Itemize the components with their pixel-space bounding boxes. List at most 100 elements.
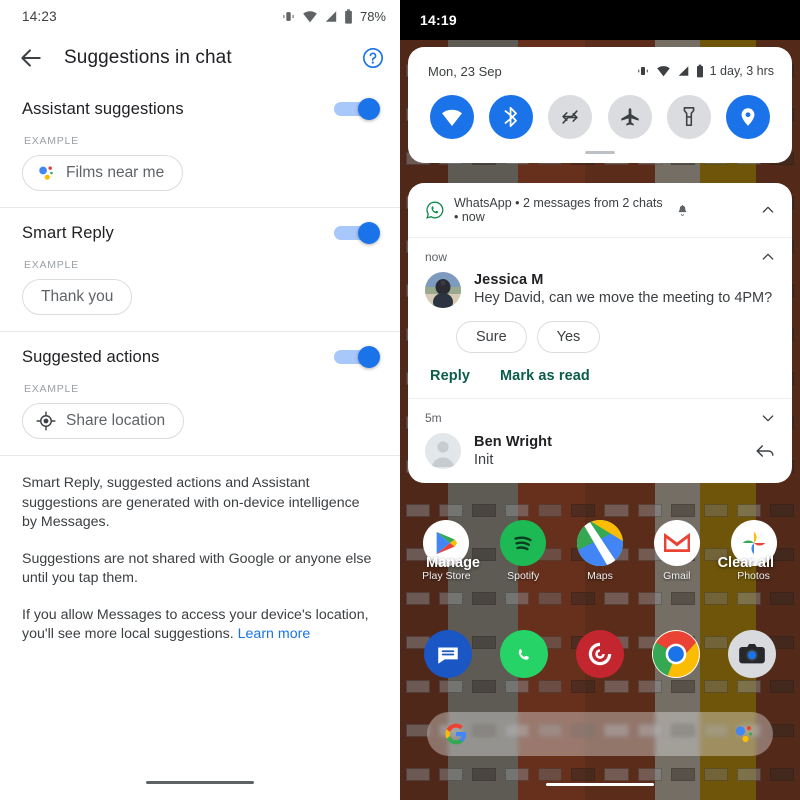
screenshot-stage: 14:23 78% Suggestions in chat Assistant … — [0, 0, 800, 800]
setting-label: Assistant suggestions — [22, 99, 184, 118]
info-paragraph-3: If you allow Messages to access your dev… — [22, 606, 378, 645]
bluetooth-tile[interactable] — [488, 95, 533, 139]
chevron-up-icon[interactable] — [760, 202, 776, 218]
home-screen-dock — [400, 630, 800, 682]
auto-rotate-tile[interactable] — [548, 95, 593, 139]
photo-avatar — [425, 272, 461, 308]
notification-content[interactable]: Ben Wright Init — [408, 428, 792, 469]
learn-more-link[interactable]: Learn more — [238, 626, 311, 642]
info-paragraph-3-text: If you allow Messages to access your dev… — [22, 606, 369, 643]
help-circle-icon[interactable] — [362, 47, 384, 69]
shade-clock: 14:19 — [420, 12, 457, 28]
example-chip-films-near-me[interactable]: Films near me — [22, 155, 184, 191]
flashlight-tile[interactable] — [666, 95, 711, 139]
setting-row: Assistant suggestions — [22, 98, 380, 120]
example-caption: EXAMPLE — [24, 259, 79, 271]
silent-bell-icon — [678, 204, 687, 216]
location-pin-icon — [741, 108, 755, 126]
whatsapp-icon — [426, 201, 444, 219]
setting-row: Smart Reply — [22, 222, 380, 244]
status-time: 14:23 — [22, 8, 57, 24]
chip-label: Thank you — [41, 288, 114, 305]
setting-label: Smart Reply — [22, 223, 114, 242]
smart-reply-chip-yes[interactable]: Yes — [536, 321, 601, 353]
signal-icon — [325, 10, 337, 22]
pocket-casts-icon[interactable] — [576, 630, 624, 678]
smart-reply-toggle[interactable] — [334, 222, 380, 244]
home-app-photos[interactable]: Photos — [722, 520, 786, 582]
google-assistant-icon — [735, 726, 753, 743]
example-chip-share-location[interactable]: Share location — [22, 403, 185, 439]
location-tile[interactable] — [726, 95, 771, 139]
chevron-up-icon[interactable] — [760, 249, 776, 265]
assistant-suggestions-toggle[interactable] — [334, 98, 380, 120]
notification-group-now: now Jessica M Hey David, can we move the… — [408, 238, 792, 399]
setting-suggested-actions: Suggested actions EXAMPLE Share location — [0, 332, 400, 455]
battery-icon — [345, 8, 352, 24]
chevron-down-icon[interactable] — [760, 410, 776, 426]
notification-shade-screen: Play Store Spotify Maps Gmail Photos 14:… — [400, 0, 800, 800]
right-status-bar: 14:19 — [400, 0, 800, 40]
notification-trailing[interactable] — [754, 440, 776, 462]
home-app-label: Spotify — [507, 570, 540, 582]
person-placeholder-avatar — [425, 433, 461, 469]
google-search-bar[interactable] — [427, 712, 773, 756]
chip-label: Films near me — [66, 164, 165, 181]
notification-content[interactable]: Jessica M Hey David, can we move the mee… — [408, 267, 792, 308]
page-title: Suggestions in chat — [64, 47, 232, 68]
notification-header[interactable]: WhatsApp • 2 messages from 2 chats • now — [408, 183, 792, 238]
status-icons: 78% — [281, 9, 386, 24]
mark-as-read-action[interactable]: Mark as read — [500, 368, 590, 384]
messages-icon[interactable] — [424, 630, 472, 678]
wifi-icon — [656, 66, 670, 77]
home-gesture-pill[interactable] — [546, 782, 654, 786]
notification-header-text: WhatsApp • 2 messages from 2 chats • now — [454, 196, 663, 224]
wifi-icon — [441, 109, 462, 126]
home-app-spotify[interactable]: Spotify — [491, 520, 555, 582]
home-app-label: Gmail — [663, 570, 691, 582]
shade-drag-handle[interactable] — [408, 145, 792, 163]
home-app-label: Photos — [737, 570, 770, 582]
whatsapp-icon[interactable] — [500, 630, 548, 678]
notification-group-header[interactable]: 5m — [408, 399, 792, 428]
notification-group-5m: 5m Ben Wright Init — [408, 399, 792, 483]
back-arrow-icon[interactable] — [18, 45, 44, 71]
suggested-actions-toggle[interactable] — [334, 346, 380, 368]
manage-button[interactable]: Manage — [426, 555, 480, 571]
example-caption: EXAMPLE — [24, 383, 79, 395]
chip-label: Share location — [66, 412, 166, 429]
notification-message: Hey David, can we move the meeting to 4P… — [474, 290, 773, 306]
clear-all-button[interactable]: Clear all — [718, 555, 774, 571]
smart-reply-chip-sure[interactable]: Sure — [456, 321, 527, 353]
left-status-bar: 14:23 78% — [0, 0, 400, 32]
app-bar: Suggestions in chat — [0, 32, 400, 84]
example-chip-thank-you[interactable]: Thank you — [22, 279, 133, 315]
chrome-icon[interactable] — [652, 630, 700, 678]
notification-group-header[interactable]: now — [408, 238, 792, 267]
setting-smart-reply: Smart Reply EXAMPLE Thank you — [0, 208, 400, 331]
messages-settings-screen: 14:23 78% Suggestions in chat Assistant … — [0, 0, 400, 800]
notification-sender: Jessica M — [474, 272, 544, 288]
home-gesture-pill[interactable] — [146, 780, 254, 784]
smart-reply-chips: Sure Yes — [408, 308, 792, 353]
home-app-gmail[interactable]: Gmail — [645, 520, 709, 582]
shade-status-icons: 1 day, 3 hrs — [636, 64, 774, 78]
reply-arrow-icon[interactable] — [754, 440, 776, 462]
signal-icon — [678, 66, 688, 76]
home-app-label: Play Store — [422, 570, 471, 582]
wifi-tile[interactable] — [429, 95, 474, 139]
home-app-play-store[interactable]: Play Store — [414, 520, 478, 582]
camera-icon[interactable] — [728, 630, 776, 678]
bluetooth-icon — [504, 106, 517, 128]
reply-action[interactable]: Reply — [430, 368, 470, 384]
quick-settings-header: Mon, 23 Sep 1 day, 3 hrs — [408, 59, 792, 83]
toggle-thumb — [358, 346, 380, 368]
home-app-maps[interactable]: Maps — [568, 520, 632, 582]
left-navigation-bar — [0, 764, 400, 800]
airplane-mode-tile[interactable] — [607, 95, 652, 139]
notification-timestamp: 5m — [425, 411, 442, 425]
auto-rotate-icon — [562, 110, 578, 124]
example-caption: EXAMPLE — [24, 135, 79, 147]
google-assistant-icon — [39, 166, 53, 180]
notification-actions: Reply Mark as read — [408, 353, 792, 399]
